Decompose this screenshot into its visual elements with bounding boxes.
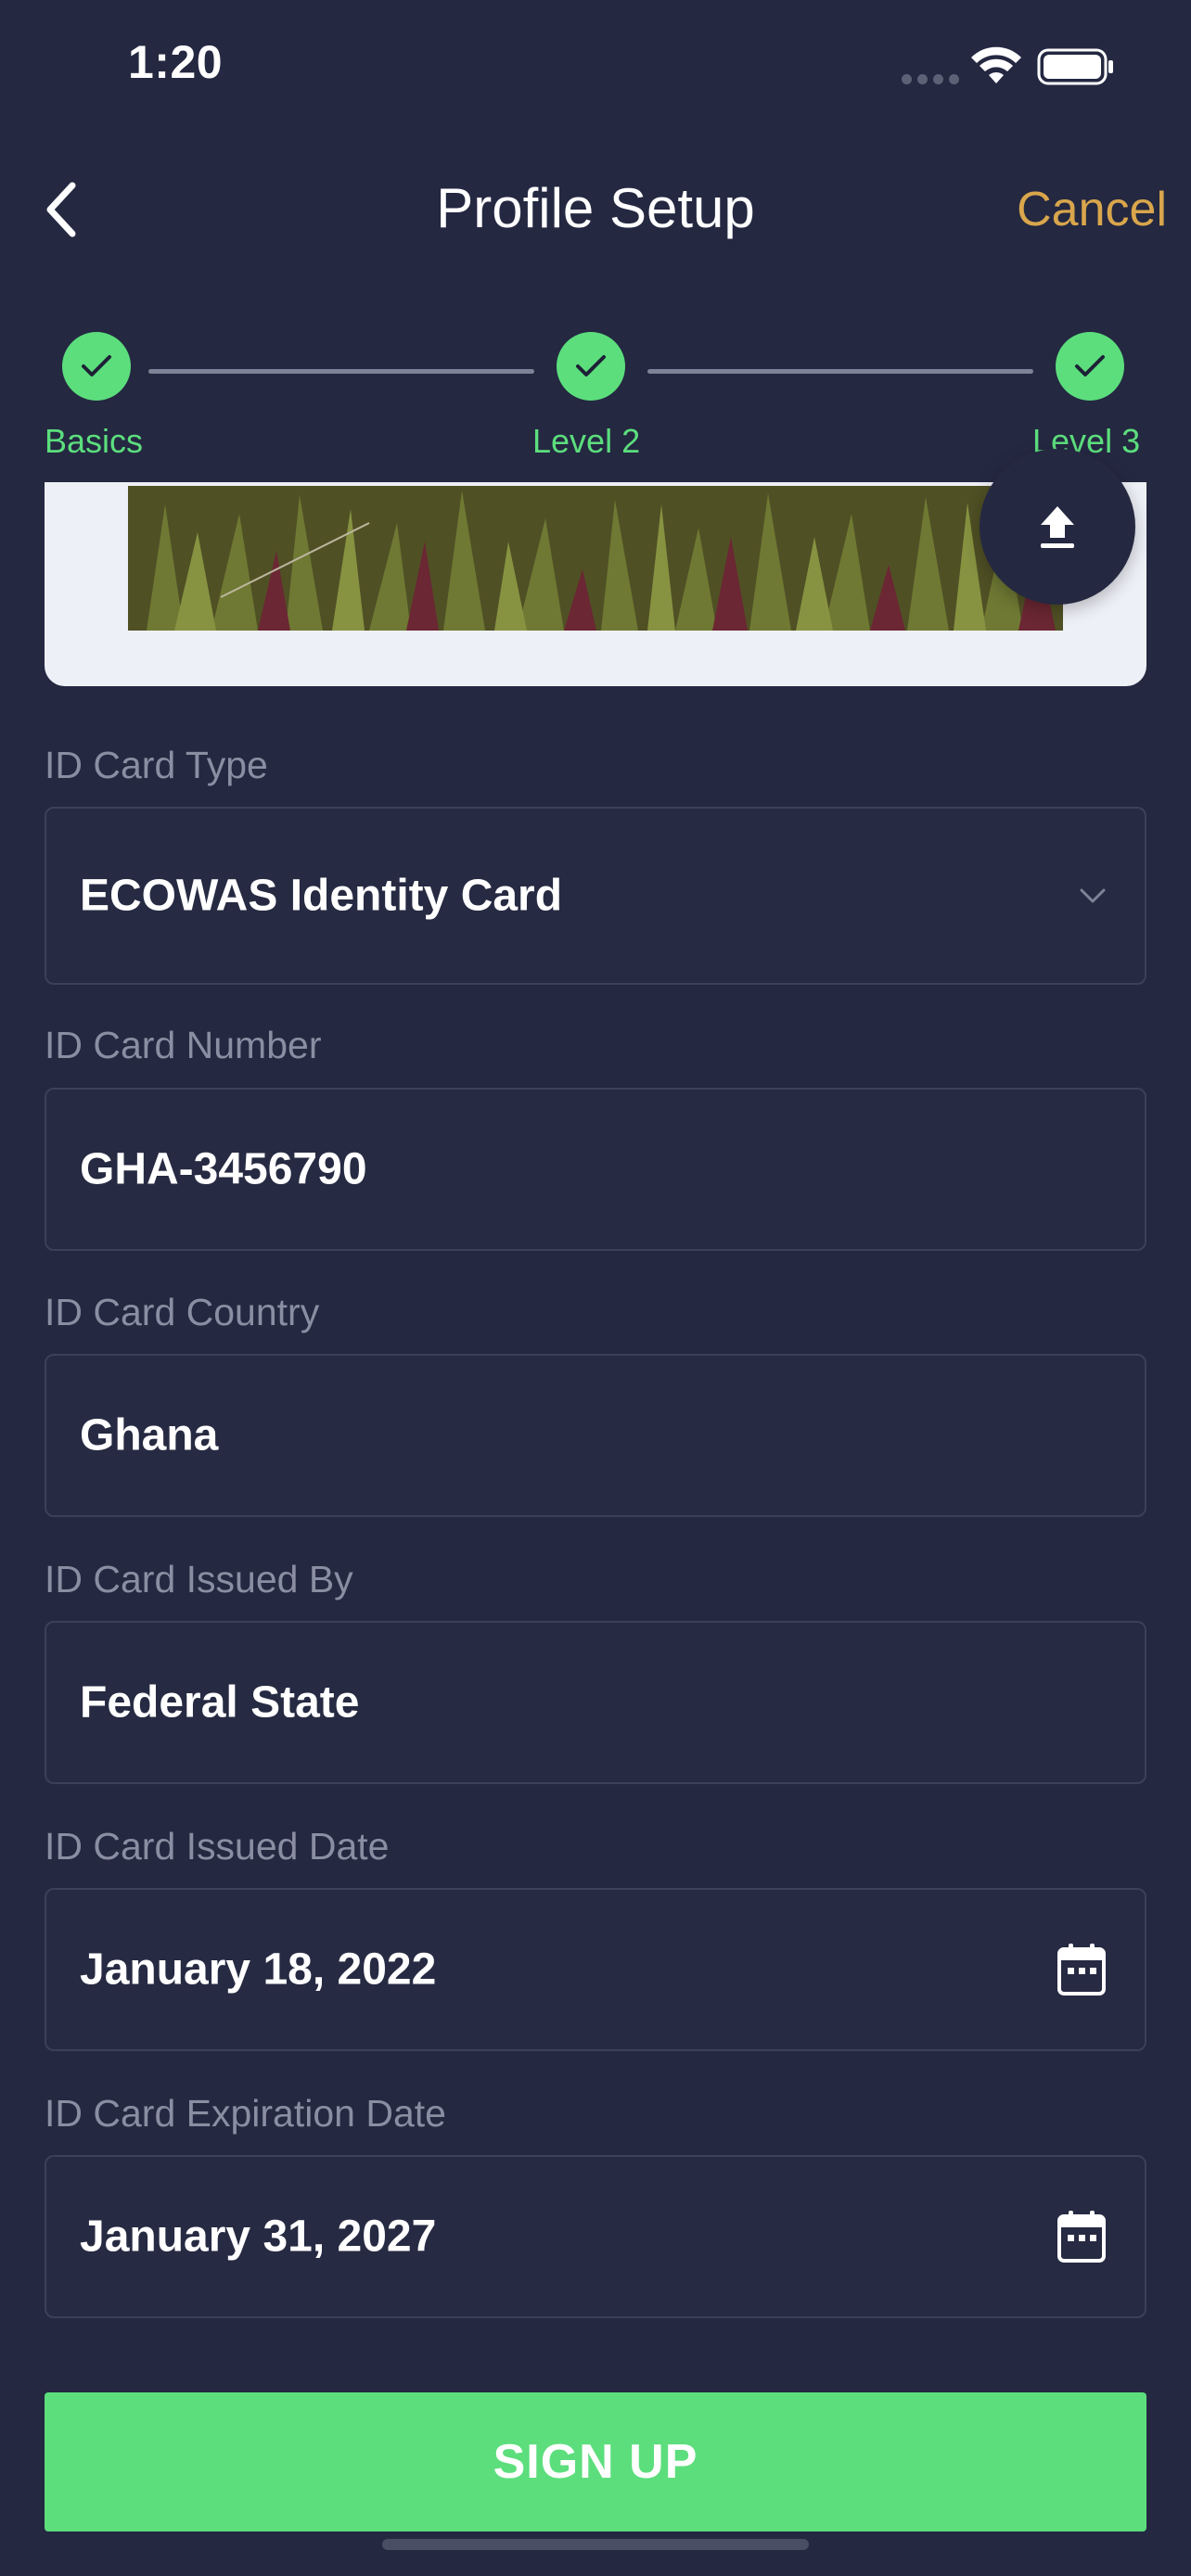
- id-card-number-value: GHA-3456790: [80, 1144, 367, 1194]
- cellular-signal-icon: [902, 74, 959, 84]
- cancel-button[interactable]: Cancel: [1017, 182, 1167, 237]
- id-card-expiration-date-label: ID Card Expiration Date: [45, 2092, 446, 2135]
- page-title: Profile Setup: [436, 177, 755, 239]
- check-icon: [1075, 355, 1105, 376]
- step-connector: [148, 369, 534, 374]
- id-card-number-label: ID Card Number: [45, 1024, 322, 1066]
- calendar-icon[interactable]: [1056, 1942, 1108, 1997]
- home-indicator[interactable]: [382, 2539, 809, 2550]
- chevron-down-icon: [1078, 886, 1108, 905]
- step-level2-indicator: [557, 332, 625, 401]
- id-card-number-input[interactable]: GHA-3456790: [45, 1088, 1146, 1251]
- id-card-issued-date-input[interactable]: January 18, 2022: [45, 1888, 1146, 2051]
- profile-setup-screen: 1:20 Profile Setup Cancel Basics Level 2…: [0, 0, 1191, 2576]
- step-label-basics: Basics: [45, 422, 144, 460]
- step-basics-indicator: [62, 332, 131, 401]
- id-card-type-select[interactable]: ECOWAS Identity Card: [45, 807, 1146, 985]
- upload-image-button[interactable]: [980, 449, 1135, 605]
- step-connector: [647, 369, 1033, 374]
- id-card-issued-by-input[interactable]: Federal State: [45, 1621, 1146, 1784]
- id-card-type-value: ECOWAS Identity Card: [80, 871, 563, 921]
- id-card-issued-by-label: ID Card Issued By: [45, 1558, 353, 1600]
- id-card-country-label: ID Card Country: [45, 1291, 320, 1333]
- upload-icon: [1041, 506, 1074, 548]
- id-card-issued-date-value: January 18, 2022: [80, 1945, 437, 1995]
- id-card-issued-by-value: Federal State: [80, 1677, 360, 1728]
- signup-button[interactable]: SIGN UP: [45, 2392, 1146, 2531]
- battery-icon: [1037, 48, 1113, 85]
- id-card-issued-date-label: ID Card Issued Date: [45, 1825, 390, 1868]
- signup-button-label: SIGN UP: [493, 2435, 698, 2489]
- wifi-icon: [971, 46, 1021, 83]
- status-time: 1:20: [128, 36, 224, 88]
- id-card-country-input[interactable]: Ghana: [45, 1354, 1146, 1517]
- id-card-expiration-date-value: January 31, 2027: [80, 2212, 437, 2262]
- calendar-icon[interactable]: [1056, 2209, 1108, 2264]
- check-icon: [576, 355, 606, 376]
- id-card-photo: [128, 486, 1063, 631]
- id-card-country-value: Ghana: [80, 1410, 219, 1460]
- step-label-level2: Level 2: [532, 422, 641, 460]
- id-card-type-label: ID Card Type: [45, 744, 268, 786]
- step-level3-indicator: [1056, 332, 1124, 401]
- check-icon: [82, 355, 111, 376]
- id-card-expiration-date-input[interactable]: January 31, 2027: [45, 2155, 1146, 2318]
